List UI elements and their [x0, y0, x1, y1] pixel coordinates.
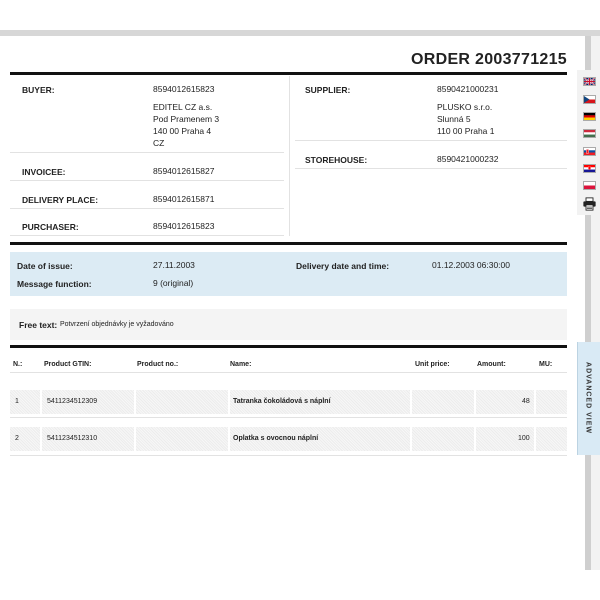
delivery-place-label: DELIVERY PLACE: — [22, 195, 99, 205]
uk-flag-icon[interactable] — [583, 77, 596, 86]
divider — [10, 180, 284, 181]
divider — [10, 417, 567, 418]
col-header-n: N.: — [13, 361, 23, 368]
delivery-place-gln: 8594012615871 — [153, 194, 215, 204]
message-function-label: Message function: — [17, 279, 92, 289]
col-header-unit-price: Unit price: — [415, 361, 450, 368]
language-panel — [577, 70, 599, 215]
order-title: ORDER 2003771215 — [410, 51, 567, 68]
section-rule — [10, 242, 567, 245]
col-header-amount: Amount: — [477, 361, 506, 368]
divider — [10, 372, 567, 373]
issue-date-label: Date of issue: — [17, 261, 73, 271]
divider — [10, 152, 284, 153]
purchaser-label: PURCHASER: — [22, 222, 79, 232]
divider — [10, 455, 567, 456]
row-number: 2 — [15, 435, 19, 442]
german-flag-icon[interactable] — [583, 112, 596, 121]
buyer-city: 140 00 Praha 4 — [153, 126, 212, 136]
supplier-label: SUPPLIER: — [305, 85, 351, 95]
free-text-label: Free text: — [19, 320, 58, 330]
table-cell — [412, 427, 474, 451]
invoicee-gln: 8594012615827 — [153, 166, 215, 176]
storehouse-gln: 8590421000232 — [437, 154, 499, 164]
col-header-mu: MU: — [539, 361, 553, 368]
table-cell — [136, 427, 228, 451]
column-divider — [289, 76, 290, 236]
divider — [295, 140, 567, 141]
hungarian-flag-icon[interactable] — [583, 129, 596, 138]
col-header-gtin: Product GTIN: — [44, 361, 92, 368]
table-rule — [10, 345, 567, 348]
supplier-name: PLUSKO s.r.o. — [437, 102, 493, 112]
row-gtin: 5411234512310 — [47, 435, 98, 442]
table-cell — [536, 427, 567, 451]
header-rule — [10, 72, 567, 75]
row-amount: 48 — [522, 398, 530, 405]
row-name: Tatranka čokoládová s náplní — [233, 398, 331, 405]
col-header-name: Name: — [230, 361, 252, 368]
row-gtin: 5411234512309 — [47, 398, 98, 405]
buyer-country: CZ — [153, 138, 165, 148]
slovak-flag-icon[interactable] — [583, 147, 596, 156]
row-number: 1 — [15, 398, 19, 405]
row-amount: 100 — [518, 435, 530, 442]
buyer-name: EDITEL CZ a.s. — [153, 102, 213, 112]
table-cell — [536, 390, 567, 414]
supplier-city: 110 00 Praha 1 — [437, 126, 495, 136]
invoicee-label: INVOICEE: — [22, 167, 66, 177]
purchaser-gln: 8594012615823 — [153, 221, 215, 231]
storehouse-label: STOREHOUSE: — [305, 155, 368, 165]
divider — [10, 208, 284, 209]
czech-flag-icon[interactable] — [583, 95, 596, 104]
top-border — [0, 30, 600, 36]
buyer-label: BUYER: — [22, 85, 55, 95]
free-text-value: Potvrzení objednávky je vyžadováno — [60, 321, 174, 328]
supplier-street: Slunná 5 — [437, 114, 471, 124]
croatian-flag-icon[interactable] — [583, 164, 596, 173]
row-name: Oplatka s ovocnou náplní — [233, 435, 319, 442]
buyer-gln: 8594012615823 — [153, 84, 215, 94]
delivery-date-label: Delivery date and time: — [296, 261, 390, 271]
col-header-product-no: Product no.: — [137, 361, 179, 368]
divider — [10, 235, 284, 236]
buyer-street: Pod Pramenem 3 — [153, 114, 220, 124]
table-cell — [136, 390, 228, 414]
divider — [295, 168, 567, 169]
message-function-value: 9 (original) — [153, 278, 194, 288]
delivery-date-value: 01.12.2003 06:30:00 — [432, 260, 510, 270]
table-cell — [412, 390, 474, 414]
supplier-gln: 8590421000231 — [437, 84, 499, 94]
advanced-view-label[interactable]: ADVANCED VIEW — [585, 362, 592, 434]
issue-date-value: 27.11.2003 — [153, 260, 195, 270]
printer-icon[interactable] — [582, 197, 597, 211]
polish-flag-icon[interactable] — [583, 181, 596, 190]
